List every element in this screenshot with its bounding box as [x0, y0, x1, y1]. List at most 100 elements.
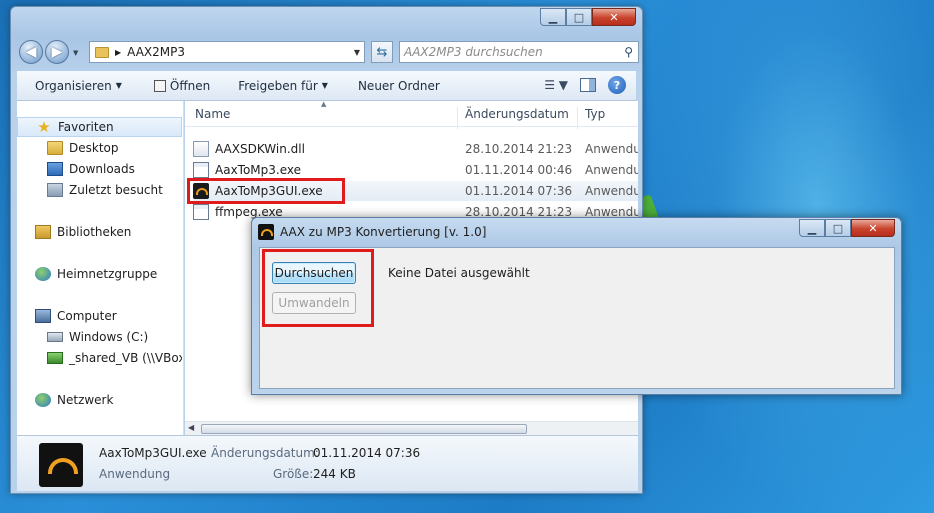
share-button[interactable]: Freigeben für ▼ — [220, 71, 338, 100]
dialog-client-area: Durchsuchen Umwandeln Keine Datei ausgew… — [259, 247, 895, 389]
search-input[interactable]: AAX2MP3 durchsuchen ⚲ — [399, 41, 639, 63]
view-controls: ☰ ▼ ? — [544, 76, 626, 94]
close-button[interactable]: ✕ — [592, 8, 636, 26]
libraries-icon — [35, 225, 51, 239]
address-dropdown-icon[interactable]: ▼ — [354, 48, 360, 57]
organize-button[interactable]: Organisieren ▼ — [17, 71, 132, 100]
help-icon[interactable]: ? — [608, 76, 626, 94]
scrollbar-thumb[interactable] — [201, 424, 527, 434]
details-pane: AaxToMp3GUI.exe Anwendung Änderungsdatum… — [17, 435, 638, 491]
nav-shared-drive[interactable]: _shared_VB (\\VBoxSvr) — [17, 348, 182, 368]
converter-dialog: AAX zu MP3 Konvertierung [v. 1.0] ▁ □ ✕ … — [251, 217, 902, 395]
dialog-caption-buttons: ▁ □ ✕ — [799, 219, 895, 237]
column-date[interactable]: Änderungsdatum — [465, 107, 569, 121]
nav-favorites[interactable]: ★ Favoriten — [17, 117, 182, 137]
share-label: Freigeben für — [238, 78, 318, 93]
nav-homegroup-label: Heimnetzgruppe — [57, 267, 158, 281]
search-icon[interactable]: ⚲ — [624, 45, 633, 59]
explorer-caption-buttons: ▁ □ ✕ — [540, 8, 636, 26]
back-arrow-icon: ◀ — [25, 44, 37, 60]
back-button[interactable]: ◀ — [19, 40, 43, 64]
details-file-kind: Anwendung — [99, 467, 171, 481]
breadcrumb-chevron-icon[interactable]: ▶ — [115, 48, 121, 57]
address-bar[interactable]: ▶ AAX2MP3 ▼ — [89, 41, 365, 63]
computer-icon — [35, 309, 51, 323]
dialog-minimize-button[interactable]: ▁ — [799, 219, 825, 237]
navigation-bar: ◀ ▶ ▼ ▶ AAX2MP3 ▼ ⇆ AAX2MP3 durchsuchen … — [17, 39, 639, 65]
nav-computer[interactable]: Computer — [17, 306, 182, 326]
file-status-text: Keine Datei ausgewählt — [388, 266, 530, 280]
scroll-left-icon[interactable]: ◀ — [188, 423, 194, 432]
forward-arrow-icon: ▶ — [51, 44, 63, 60]
nav-homegroup[interactable]: Heimnetzgruppe — [17, 264, 182, 284]
new-folder-button[interactable]: Neuer Ordner — [338, 71, 450, 100]
maximize-button[interactable]: □ — [566, 8, 592, 26]
nav-downloads-label: Downloads — [69, 162, 135, 176]
refresh-button[interactable]: ⇆ — [371, 41, 393, 63]
file-row[interactable]: AAXSDKWin.dll 28.10.2014 21:23 Anwendung… — [193, 139, 638, 159]
file-type: Anwendungserweiterung — [585, 142, 638, 156]
preview-pane-icon[interactable] — [580, 78, 596, 92]
address-path: AAX2MP3 — [127, 45, 185, 59]
details-modified-value: 01.11.2014 07:36 — [313, 446, 421, 460]
details-file-name: AaxToMp3GUI.exe — [99, 446, 207, 460]
hard-drive-icon — [47, 332, 63, 342]
details-size-label: Größe: — [273, 467, 314, 481]
sort-ascending-icon: ▲ — [321, 101, 327, 108]
nav-computer-label: Computer — [57, 309, 117, 323]
refresh-icon: ⇆ — [376, 44, 388, 60]
chevron-down-icon: ▼ — [115, 81, 122, 90]
file-row-selected[interactable]: AaxToMp3GUI.exe 01.11.2014 07:36 Anwendu… — [187, 178, 638, 204]
nav-favorites-label: Favoriten — [58, 120, 114, 134]
file-name: AaxToMp3.exe — [215, 163, 302, 177]
network-drive-icon — [47, 352, 63, 364]
minimize-icon: ▁ — [807, 221, 817, 235]
organize-label: Organisieren — [35, 78, 112, 93]
file-date: 28.10.2014 21:23 — [465, 142, 573, 156]
dialog-close-button[interactable]: ✕ — [851, 219, 895, 237]
horizontal-scrollbar[interactable]: ◀ — [185, 421, 638, 435]
details-size-value: 244 KB — [313, 467, 356, 481]
column-type[interactable]: Typ — [585, 107, 605, 121]
forward-button[interactable]: ▶ — [45, 40, 69, 64]
column-name[interactable]: Name — [195, 107, 230, 121]
dialog-title: AAX zu MP3 Konvertierung [v. 1.0] — [280, 225, 487, 239]
dll-icon — [193, 141, 209, 157]
nav-network-label: Netzwerk — [57, 393, 114, 407]
column-separator[interactable] — [457, 107, 458, 129]
history-dropdown-icon[interactable]: ▼ — [73, 49, 78, 57]
file-row[interactable]: AaxToMp3.exe 01.11.2014 00:46 Anwendung — [193, 160, 638, 180]
open-button[interactable]: Öffnen — [132, 71, 220, 100]
nav-drive-c-label: Windows (C:) — [69, 330, 149, 344]
folder-icon — [95, 46, 109, 58]
dialog-app-icon — [258, 224, 274, 240]
network-icon — [35, 393, 51, 407]
column-separator[interactable] — [577, 107, 578, 129]
close-icon: ✕ — [868, 221, 878, 235]
nav-desktop-label: Desktop — [69, 141, 119, 155]
homegroup-icon — [35, 267, 51, 281]
nav-downloads[interactable]: Downloads — [17, 159, 182, 179]
close-icon: ✕ — [609, 10, 619, 24]
open-label: Öffnen — [169, 78, 211, 93]
minimize-icon: ▁ — [548, 10, 558, 24]
file-date: 01.11.2014 00:46 — [465, 163, 573, 177]
nav-libraries[interactable]: Bibliotheken — [17, 222, 182, 242]
minimize-button[interactable]: ▁ — [540, 8, 566, 26]
file-type: Anwendung — [585, 184, 638, 198]
chevron-down-icon: ▼ — [321, 81, 328, 90]
nav-recent[interactable]: Zuletzt besucht — [17, 180, 182, 200]
maximize-icon: □ — [832, 221, 844, 235]
nav-drive-c[interactable]: Windows (C:) — [17, 327, 182, 347]
nav-shared-label: _shared_VB (\\VBoxSvr) — [69, 351, 182, 365]
file-name: AAXSDKWin.dll — [215, 142, 305, 156]
dialog-maximize-button[interactable]: □ — [825, 219, 851, 237]
nav-recent-label: Zuletzt besucht — [69, 183, 163, 197]
maximize-icon: □ — [573, 10, 585, 24]
view-options-icon[interactable]: ☰ ▼ — [544, 78, 568, 92]
nav-desktop[interactable]: Desktop — [17, 138, 182, 158]
nav-network[interactable]: Netzwerk — [17, 390, 182, 410]
desktop-folder-icon — [47, 141, 63, 155]
highlight-box-buttons — [262, 249, 374, 327]
file-type: Anwendung — [585, 163, 638, 177]
